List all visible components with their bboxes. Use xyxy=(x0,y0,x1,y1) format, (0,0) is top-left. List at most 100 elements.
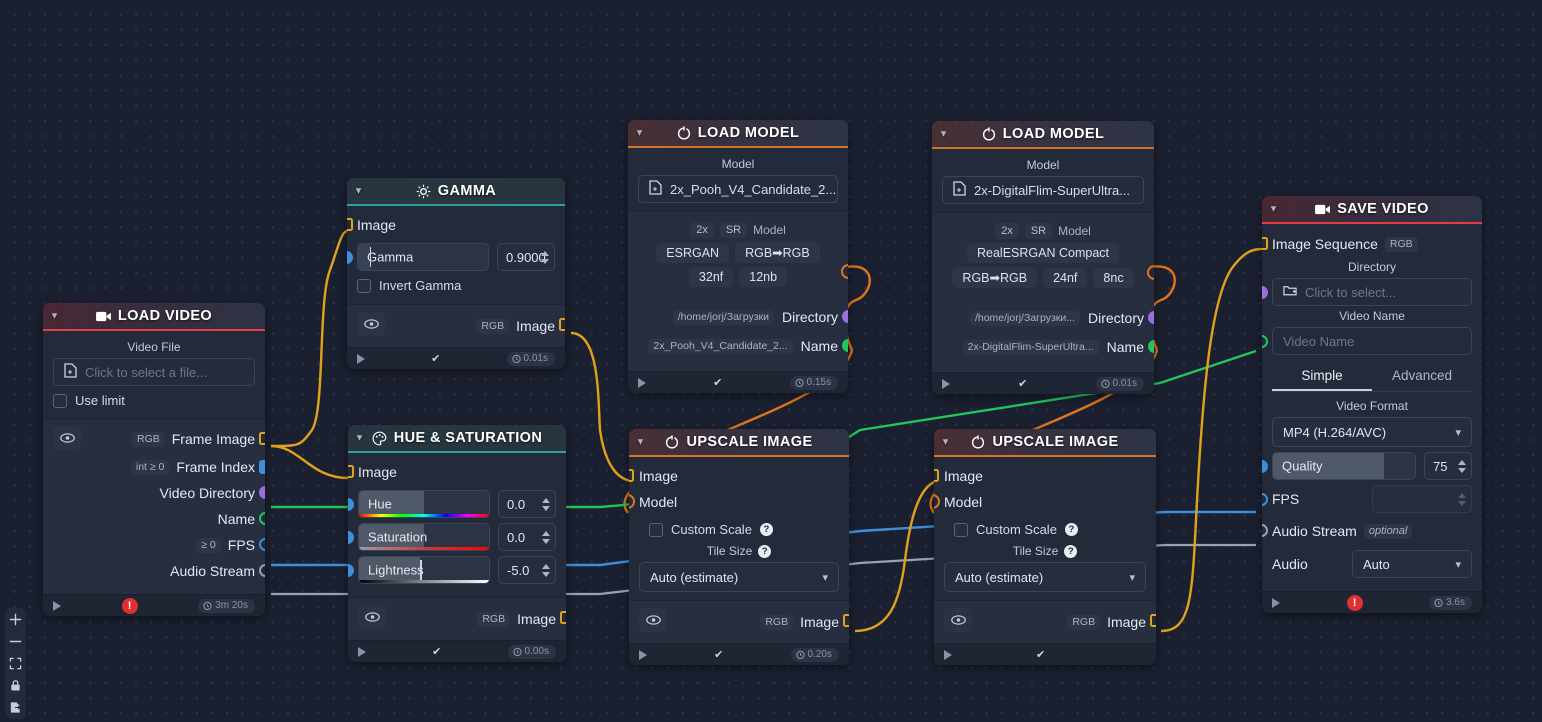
custom-scale-checkbox[interactable] xyxy=(649,522,663,537)
chevron-down-icon[interactable]: ▾ xyxy=(943,437,948,448)
help-icon[interactable]: ? xyxy=(759,523,773,536)
node-graph-canvas[interactable]: ▾ LOAD VIDEO Video File Click to select … xyxy=(0,0,1542,722)
output-frame-index[interactable]: int ≥ 0 Frame Index xyxy=(53,454,265,480)
gamma-numbox[interactable]: 0.9000 xyxy=(497,243,555,271)
help-icon[interactable]: ? xyxy=(1064,523,1078,536)
node-load-model-1[interactable]: ▾ LOAD MODEL Model 2x_Pooh_V4_Candidate_… xyxy=(628,120,848,393)
canvas-toolbar[interactable] xyxy=(5,608,26,719)
input-image-row[interactable]: Image xyxy=(348,459,556,485)
socket-image-output[interactable] xyxy=(559,318,565,331)
node-header-load-model-1[interactable]: ▾ LOAD MODEL xyxy=(628,120,848,148)
socket-audio-stream-input[interactable] xyxy=(1262,524,1268,537)
run-icon[interactable] xyxy=(53,600,61,611)
export-icon[interactable] xyxy=(8,700,23,715)
input-model-row[interactable]: Model xyxy=(934,489,1146,515)
output-image-row[interactable]: RGB Image xyxy=(944,608,1156,635)
tile-size-select[interactable]: Auto (estimate) ▾ xyxy=(944,562,1146,592)
input-image-row[interactable]: Image xyxy=(629,463,839,489)
node-save-video[interactable]: ▾ SAVE VIDEO Image Sequence RGB Director… xyxy=(1262,196,1482,613)
quality-numbox[interactable]: 75 xyxy=(1424,452,1472,480)
audio-stream-row[interactable]: Audio Stream optional xyxy=(1262,518,1472,544)
error-badge[interactable]: ! xyxy=(1346,594,1363,611)
hue-slider-row[interactable]: Hue 0.0 xyxy=(348,490,556,518)
run-icon[interactable] xyxy=(942,378,950,389)
node-load-model-2[interactable]: ▾ LOAD MODEL Model 2x-DigitalFlim-SuperU… xyxy=(932,121,1154,394)
chevron-down-icon[interactable]: ▾ xyxy=(1271,204,1276,215)
socket-image-input[interactable] xyxy=(934,469,939,482)
socket-frame-image[interactable] xyxy=(259,432,265,445)
preview-eye-icon[interactable] xyxy=(639,608,667,632)
input-image-row[interactable]: Image xyxy=(934,463,1146,489)
hue-numbox[interactable]: 0.0 xyxy=(498,490,556,518)
lock-icon[interactable] xyxy=(8,678,23,693)
video-name-input[interactable]: Video Name xyxy=(1272,327,1472,355)
socket-fps-input[interactable] xyxy=(1262,493,1268,506)
output-video-directory[interactable]: Video Directory xyxy=(53,480,265,506)
gamma-spinner[interactable] xyxy=(538,246,551,268)
input-image-sequence-row[interactable]: Image Sequence RGB xyxy=(1262,231,1472,257)
hue-slider[interactable]: Hue xyxy=(358,490,490,518)
saturation-slider[interactable]: Saturation xyxy=(358,523,490,551)
socket-model-input[interactable] xyxy=(629,494,635,509)
node-header-upscale-2[interactable]: ▾ UPSCALE IMAGE xyxy=(934,429,1156,457)
chevron-down-icon[interactable]: ▾ xyxy=(941,129,946,140)
custom-scale-checkbox[interactable] xyxy=(954,522,968,537)
lightness-slider-row[interactable]: Lightness -5.0 xyxy=(348,556,556,584)
socket-image-sequence[interactable] xyxy=(1262,237,1268,250)
fps-spinner[interactable] xyxy=(1455,488,1468,510)
custom-scale-row[interactable]: Custom Scale ? xyxy=(944,522,1146,537)
socket-image-input[interactable] xyxy=(629,469,634,482)
lightness-slider[interactable]: Lightness xyxy=(358,556,490,584)
use-limit-checkbox[interactable] xyxy=(53,393,67,408)
socket-hue[interactable] xyxy=(348,498,354,511)
socket-name[interactable] xyxy=(842,339,848,352)
socket-image-output[interactable] xyxy=(560,611,566,624)
zoom-out-icon[interactable] xyxy=(8,634,23,649)
node-header-save-video[interactable]: ▾ SAVE VIDEO xyxy=(1262,196,1482,224)
node-upscale-image-1[interactable]: ▾ UPSCALE IMAGE Image Model Custom Scale… xyxy=(629,429,849,665)
chevron-down-icon[interactable]: ▾ xyxy=(52,311,57,322)
lightness-spinner[interactable] xyxy=(539,559,552,581)
video-format-select[interactable]: MP4 (H.264/AVC) ▾ xyxy=(1272,417,1472,447)
fps-row[interactable]: FPS xyxy=(1262,485,1472,513)
socket-model-input[interactable] xyxy=(934,494,940,509)
output-image-row[interactable]: RGB Image xyxy=(358,605,566,632)
output-name[interactable]: Name xyxy=(53,506,265,532)
output-image-row[interactable]: RGB Image xyxy=(639,608,849,635)
node-load-video[interactable]: ▾ LOAD VIDEO Video File Click to select … xyxy=(43,303,265,616)
output-fps[interactable]: ≥ 0 FPS xyxy=(53,532,265,558)
invert-gamma-checkbox[interactable] xyxy=(357,278,371,293)
socket-lightness[interactable] xyxy=(348,564,354,577)
help-icon[interactable]: ? xyxy=(758,544,772,558)
socket-directory[interactable] xyxy=(842,310,848,323)
socket-quality[interactable] xyxy=(1262,460,1268,473)
gamma-slider[interactable]: Gamma xyxy=(357,243,489,271)
model-file-input[interactable]: 2x_Pooh_V4_Candidate_2... xyxy=(638,175,838,203)
run-icon[interactable] xyxy=(944,649,952,660)
invert-gamma-row[interactable]: Invert Gamma xyxy=(357,278,555,293)
output-directory-row[interactable]: /home/jorj/Загрузки... Directory xyxy=(942,306,1154,330)
chevron-down-icon[interactable]: ▾ xyxy=(356,186,361,197)
zoom-in-icon[interactable] xyxy=(8,612,23,627)
directory-input[interactable]: Click to select... xyxy=(1272,278,1472,306)
socket-model-output[interactable] xyxy=(841,264,848,279)
socket-directory-input[interactable] xyxy=(1262,286,1268,299)
saturation-slider-row[interactable]: Saturation 0.0 xyxy=(348,523,556,551)
use-limit-checkbox-row[interactable]: Use limit xyxy=(53,393,255,408)
chevron-down-icon[interactable]: ▾ xyxy=(637,128,642,139)
input-model-row[interactable]: Model xyxy=(629,489,839,515)
socket-video-name-input[interactable] xyxy=(1262,335,1268,348)
output-name-row[interactable]: 2x_Pooh_V4_Candidate_2... Name xyxy=(638,334,848,358)
quality-slider[interactable]: Quality xyxy=(1272,452,1416,480)
node-header-upscale-1[interactable]: ▾ UPSCALE IMAGE xyxy=(629,429,849,457)
audio-row[interactable]: Audio Auto ▾ xyxy=(1272,550,1472,578)
fit-view-icon[interactable] xyxy=(8,656,23,671)
socket-saturation[interactable] xyxy=(348,531,354,544)
node-header-load-model-2[interactable]: ▾ LOAD MODEL xyxy=(932,121,1154,149)
run-icon[interactable] xyxy=(358,646,366,657)
run-icon[interactable] xyxy=(639,649,647,660)
preview-eye-icon[interactable] xyxy=(944,608,972,632)
socket-name[interactable] xyxy=(1148,340,1154,353)
socket-fps[interactable] xyxy=(259,538,265,551)
preview-eye-icon[interactable] xyxy=(358,605,386,629)
